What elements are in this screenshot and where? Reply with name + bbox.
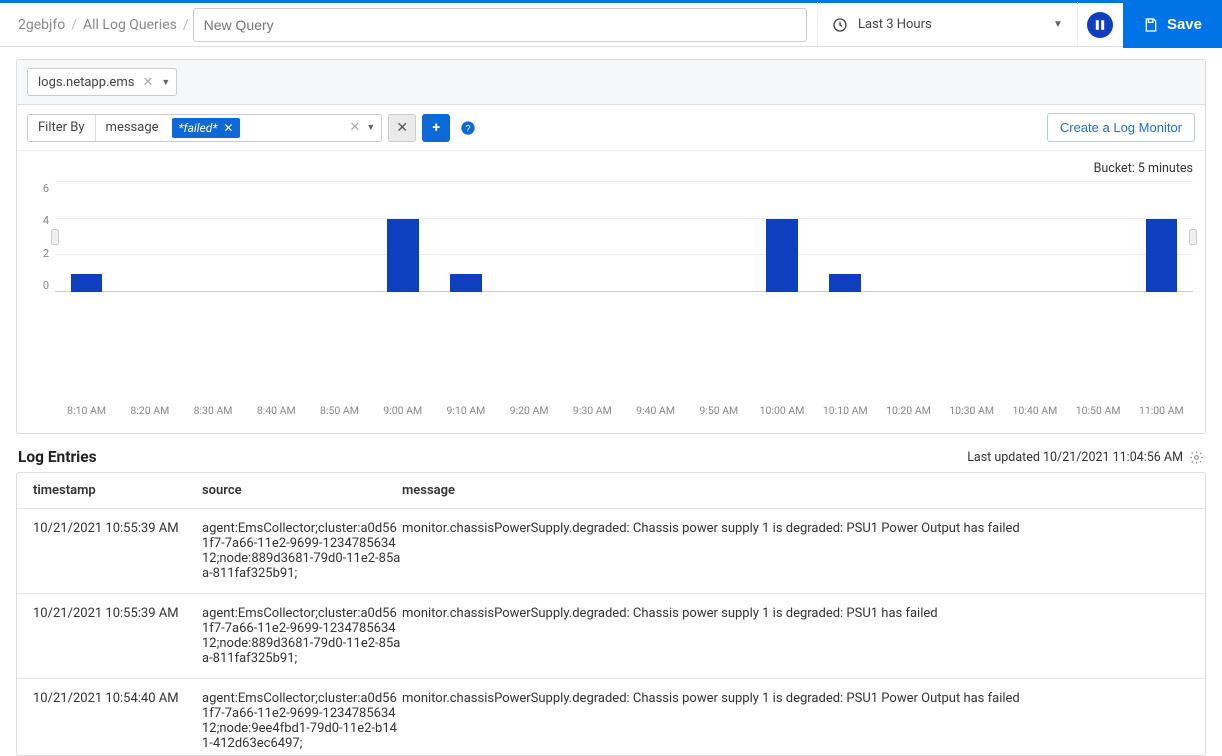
filter-box[interactable]: Filter By message *failed* ✕ ✕ ▼ [27,114,382,142]
remove-filter-button[interactable]: ✕ [388,114,416,142]
remove-filter-value-icon[interactable]: ✕ [223,121,233,135]
table-header: timestamp source message [17,473,1205,509]
filter-value-chip: *failed* ✕ [172,118,241,138]
log-entries-table: timestamp source message 10/21/2021 10:5… [16,472,1206,756]
pause-icon [1094,19,1106,31]
chart-bar[interactable] [829,274,861,292]
save-icon [1143,17,1159,33]
chart-bar[interactable] [1146,219,1178,292]
create-log-monitor-button[interactable]: Create a Log Monitor [1047,113,1195,142]
clock-icon [832,17,848,33]
source-chip[interactable]: logs.netapp.ems ✕ ▼ [27,68,177,96]
source-dropdown-icon[interactable]: ▼ [161,77,170,88]
source-bar: logs.netapp.ems ✕ ▼ [17,60,1205,105]
col-message[interactable]: message [402,483,1205,498]
chart-bar[interactable] [450,274,482,292]
gear-icon[interactable] [1189,450,1204,465]
source-chip-label: logs.netapp.ems [38,75,134,90]
table-row[interactable]: 10/21/2021 10:54:40 AMagent:EmsCollector… [17,679,1205,755]
chart-plot[interactable] [55,182,1193,292]
table-body[interactable]: 10/21/2021 10:55:39 AMagent:EmsCollector… [17,509,1205,755]
table-row[interactable]: 10/21/2021 10:55:39 AMagent:EmsCollector… [17,594,1205,679]
add-filter-button[interactable]: + [422,114,450,142]
time-range-selector[interactable]: Last 3 Hours ▼ [817,2,1077,48]
clear-filter-icon[interactable]: ✕ [343,120,366,135]
chart-area: Bucket: 5 minutes 6420 8:10 AM8:20 AM8:3… [17,151,1205,433]
chart-bar[interactable] [71,274,103,292]
bucket-label: Bucket: 5 minutes [29,161,1193,176]
help-icon[interactable]: ? [460,120,476,136]
col-timestamp[interactable]: timestamp [17,483,202,498]
breadcrumb-root[interactable]: 2gebjfo [18,17,65,33]
entries-title: Log Entries [18,448,97,466]
col-source[interactable]: source [202,483,402,498]
table-row[interactable]: 10/21/2021 10:55:39 AMagent:EmsCollector… [17,509,1205,594]
range-handle-right[interactable] [1189,229,1197,245]
breadcrumb-section[interactable]: All Log Queries [83,17,177,33]
chart-bar[interactable] [387,219,419,292]
entries-header: Log Entries Last updated 10/21/2021 11:0… [0,448,1222,472]
filter-attribute[interactable]: message [96,115,169,141]
filter-by-label: Filter By [28,115,96,141]
time-range-label: Last 3 Hours [858,17,932,32]
filter-row: Filter By message *failed* ✕ ✕ ▼ ✕ + ? C… [17,105,1205,151]
chart-bar[interactable] [766,219,798,292]
range-handle-left[interactable] [51,229,59,245]
remove-source-icon[interactable]: ✕ [142,75,153,90]
query-name-input[interactable] [193,8,807,42]
chevron-down-icon: ▼ [1053,19,1063,30]
query-panel: logs.netapp.ems ✕ ▼ Filter By message *f… [16,59,1206,434]
last-updated: Last updated 10/21/2021 11:04:56 AM [967,450,1204,465]
breadcrumb: 2gebjfo / All Log Queries / [18,17,189,33]
save-button[interactable]: Save [1123,2,1222,48]
svg-text:?: ? [466,123,471,133]
topbar: 2gebjfo / All Log Queries / Last 3 Hours… [0,3,1222,47]
filter-dropdown-icon[interactable]: ▼ [366,122,381,133]
pause-button[interactable] [1077,2,1123,48]
x-axis: 8:10 AM8:20 AM8:30 AM8:40 AM8:50 AM9:00 … [55,404,1193,417]
filter-input[interactable] [243,115,343,141]
